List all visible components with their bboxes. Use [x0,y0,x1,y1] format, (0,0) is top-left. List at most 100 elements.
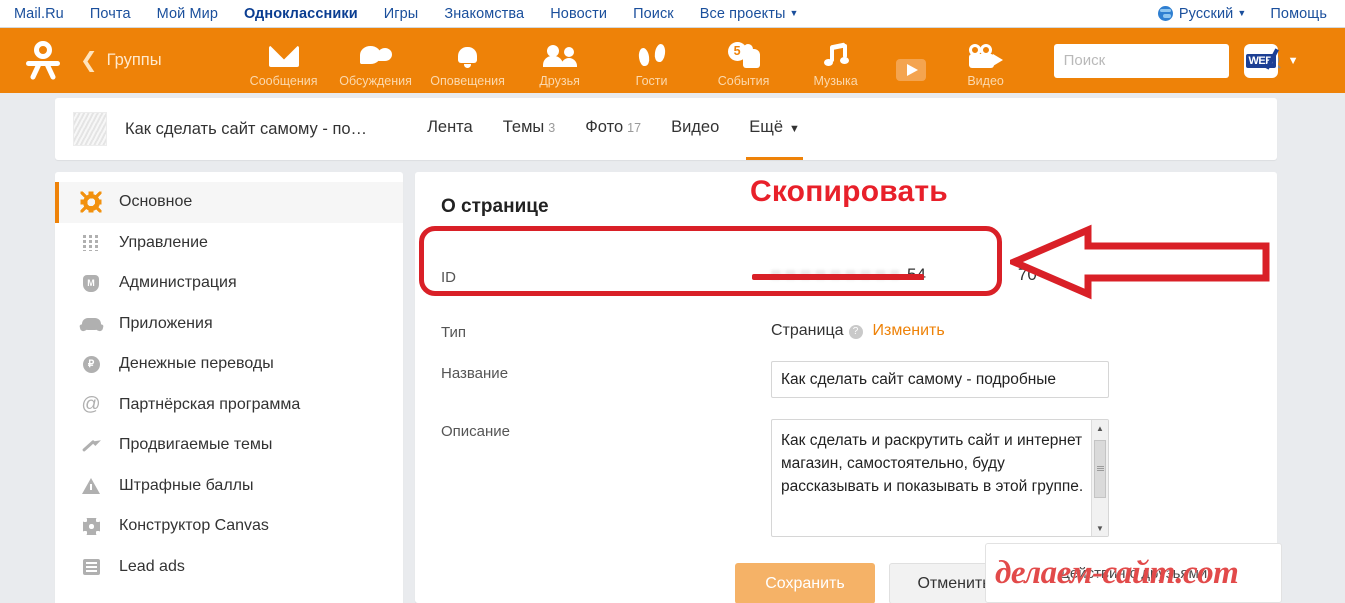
mailru-link-odnoklassniki[interactable]: Одноклассники [244,6,358,22]
settings-sidebar: Основное Управление Администрация Прилож… [55,172,403,603]
tab-foto[interactable]: Фото 17 [570,98,656,160]
type-value-group: Страница? Изменить [771,322,945,340]
shield-icon [77,274,105,292]
sidebar-item-osnovnoe[interactable]: Основное [55,182,403,223]
back-label: Группы [106,51,162,69]
help-link[interactable]: Помощь [1270,6,1327,22]
list-lines-icon [77,558,105,575]
envelope-icon [268,41,299,71]
tab-video[interactable]: Видео [656,98,734,160]
sidebar-item-shtrafnye-bally[interactable]: Штрафные баллы [55,466,403,507]
globe-icon [1157,5,1173,21]
description-text: Как сделать и раскрутить сайт и интернет… [781,432,1084,495]
nav-item-events[interactable]: 5 События [698,28,790,93]
sidebar-label-denezhnye-perevody: Денежные переводы [119,355,274,373]
tab-temy[interactable]: Темы 3 [488,98,571,160]
thumbs-up-icon: 5 [727,41,760,71]
events-badge: 5 [727,42,747,61]
sidebar-label-konstruktor-canvas: Конструктор Canvas [119,517,269,535]
tab-lenta-label: Лента [427,118,473,136]
mailru-link-all-projects[interactable]: Все проекты ▼ [700,6,799,22]
sidebar-label-shtrafnye-bally: Штрафные баллы [119,476,254,494]
play-icon [895,55,926,85]
help-icon[interactable]: ? [848,324,863,339]
tab-temy-count: 3 [548,121,556,135]
sidebar-item-konstruktor-canvas[interactable]: Конструктор Canvas [55,506,403,547]
search-box[interactable] [1053,43,1279,78]
scroll-down-icon[interactable]: ▼ [1092,520,1108,536]
field-row-name: Название [415,361,1277,398]
mailru-link-pochta[interactable]: Почта [90,6,131,22]
sidebar-item-denezhnye-perevody[interactable]: ₽ Денежные переводы [55,344,403,385]
mailru-link-poisk[interactable]: Поиск [633,6,674,22]
nav-item-play[interactable] [882,28,940,93]
annotation-left-arrow-icon [1010,224,1270,300]
mailru-link-novosti[interactable]: Новости [550,6,607,22]
nav-item-video[interactable]: Видео [940,28,1032,93]
language-label: Русский [1178,5,1234,22]
sidebar-label-partnerskaya-programma: Партнёрская программа [119,395,301,413]
nav-item-messages[interactable]: Сообщения [238,28,330,93]
sidebar-item-administraciya[interactable]: Администрация [55,263,403,304]
sidebar-item-prodvigaemye-temy[interactable]: Продвигаемые темы [55,425,403,466]
gear-icon [77,194,105,211]
footsteps-icon [637,41,666,71]
nav-label-friends: Друзья [539,74,580,88]
nav-label-music: Музыка [813,74,858,88]
back-to-groups-button[interactable]: ❮ Группы [80,48,162,73]
type-value: Страница [771,321,844,339]
nav-item-notifications[interactable]: Оповещения [422,28,514,93]
sliders-icon [77,234,105,251]
mailru-link-mailru[interactable]: Mail.Ru [14,6,64,22]
nav-item-guests[interactable]: Гости [606,28,698,93]
sidebar-item-lead-ads[interactable]: Lead ads [55,547,403,588]
group-avatar[interactable] [73,112,107,146]
field-row-description: Описание Как сделать и раскрутить сайт и… [415,419,1277,537]
mailru-link-moymir[interactable]: Мой Мир [157,6,218,22]
sidebar-item-prilozheniya[interactable]: Приложения [55,304,403,345]
gamepad-icon [77,317,105,330]
sidebar-item-upravlenie[interactable]: Управление [55,223,403,264]
chevron-down-icon[interactable]: ▼ [1288,55,1299,67]
video-camera-icon [968,41,1003,71]
annotation-underline [752,274,924,280]
nav-label-guests: Гости [635,74,668,88]
bell-icon [458,41,478,71]
search-input[interactable] [1063,52,1263,69]
name-input[interactable] [771,361,1109,398]
music-note-icon [823,41,849,71]
canvas-icon [77,517,105,535]
browser-page: Mail.Ru Почта Мой Мир Одноклассники Игры… [0,0,1345,603]
nav-label-notifications: Оповещения [430,74,505,88]
nav-item-discussions[interactable]: Обсуждения [330,28,422,93]
nav-item-friends[interactable]: Друзья [514,28,606,93]
save-button[interactable]: Сохранить [735,563,875,603]
tab-more-label: Ещё [749,118,784,136]
mailru-right-group: Русский ▼ Помощь [1157,5,1331,22]
chevron-down-icon: ▼ [1237,7,1247,18]
description-scrollbar[interactable]: ▲ ▼ [1091,420,1108,536]
nav-item-music[interactable]: Музыка [790,28,882,93]
ok-navigation-bar: ❮ Группы Сообщения Обсуждения Оповещения… [0,28,1345,93]
ruble-circle-icon: ₽ [77,355,105,373]
mailru-link-znakomstva[interactable]: Знакомства [444,6,524,22]
scroll-up-icon[interactable]: ▲ [1092,420,1108,436]
watermark: делаем-сайт.com [995,555,1239,591]
sidebar-label-prodvigaemye-temy: Продвигаемые темы [119,436,273,454]
chevron-down-icon: ▼ [789,7,799,18]
language-switcher[interactable]: Русский ▼ [1157,5,1247,22]
tab-more[interactable]: Ещё ▼ [734,98,815,160]
sidebar-item-partnerskaya-programma[interactable]: @ Партнёрская программа [55,385,403,426]
change-type-link[interactable]: Изменить [873,322,945,339]
sidebar-label-upravlenie: Управление [119,233,208,251]
description-textarea[interactable]: Как сделать и раскрутить сайт и интернет… [771,419,1109,537]
scrollbar-thumb[interactable] [1094,440,1106,498]
mailru-link-igry[interactable]: Игры [384,6,419,22]
tab-lenta[interactable]: Лента [412,98,488,160]
at-sign-icon: @ [81,394,101,416]
odnoklassniki-logo-icon[interactable] [26,40,60,81]
label-description: Описание [441,423,511,440]
ok-nav-items: Сообщения Обсуждения Оповещения Друзья Г… [238,28,1032,93]
web-app-tile-icon[interactable]: WEB [1243,43,1279,78]
nav-label-messages: Сообщения [249,74,318,88]
